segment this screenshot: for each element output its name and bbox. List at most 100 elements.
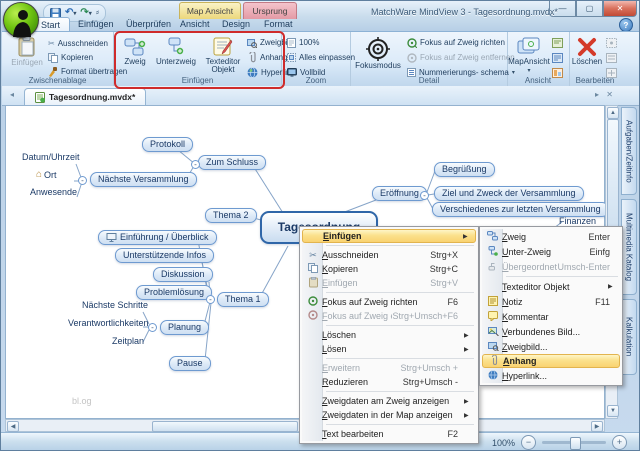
collapse-handle[interactable]: - (420, 191, 429, 200)
focus-mode-button[interactable]: Fokusmodus (354, 34, 402, 70)
doc-close-icon[interactable]: ✕ (606, 90, 613, 99)
tab-format[interactable]: Format (255, 17, 302, 31)
map-node-thema-1[interactable]: Thema 1 (217, 292, 269, 307)
document-tab[interactable]: Tagesordnung.mvdx* (24, 88, 146, 105)
map-label-datum[interactable]: Datum/Uhrzeit (22, 152, 80, 162)
menu-item-reduzieren[interactable]: ReduzierenStrg+Umsch - (302, 375, 476, 389)
tab-ansicht[interactable]: Ansicht (171, 17, 219, 31)
focus-branch-button[interactable]: Fokus auf Zweig richten (407, 36, 505, 49)
collapse-handle[interactable]: - (148, 323, 157, 332)
menu-item-kopieren[interactable]: KopierenStrg+C (302, 262, 476, 276)
submenu-item-kommentar[interactable]: Kommentar (482, 309, 620, 324)
map-node-protokoll[interactable]: Protokoll (142, 137, 193, 152)
cut-button[interactable]: ✂ Ausschneiden (48, 37, 108, 50)
map-node-naechste-versammlung[interactable]: Nächste Versammlung (90, 172, 197, 187)
menu-item-loeschen[interactable]: Löschen▶ (302, 328, 476, 342)
doc-tab-next-icon[interactable]: ▸ (595, 90, 599, 99)
view-option-1-icon[interactable] (552, 36, 563, 49)
map-label-zeitplan[interactable]: Zeitplan (112, 336, 144, 346)
zoom-slider[interactable] (542, 441, 606, 444)
maximize-button[interactable]: ▢ (576, 1, 603, 17)
scroll-down-icon[interactable]: ▼ (607, 405, 619, 417)
zoom-out-icon[interactable]: − (521, 435, 536, 450)
map-label-naechste-schritte[interactable]: Nächste Schritte (82, 300, 148, 310)
menu-item-einfuegen[interactable]: Einfügen▶ (302, 229, 476, 243)
map-node-begruessung[interactable]: Begrüßung (434, 162, 495, 177)
map-node-thema-2[interactable]: Thema 2 (205, 208, 257, 223)
group-label: Detail (351, 76, 507, 85)
map-node-unterstuetzende-infos[interactable]: Unterstützende Infos (115, 248, 214, 263)
delete-x-icon (577, 37, 597, 57)
menu-item-fokus-entfernen[interactable]: Fokus auf Zweig entfernenStrg+Umsch+F6 (302, 309, 476, 323)
map-node-diskussion[interactable]: Diskussion (153, 267, 213, 282)
tab-design[interactable]: Design (213, 17, 259, 31)
map-node-ziel-und-zweck[interactable]: Ziel und Zweck der Versammlung (434, 186, 584, 201)
menu-item-fokus-richten[interactable]: Fokus auf Zweig richtenF6 (302, 295, 476, 309)
scroll-right-icon[interactable]: ▶ (591, 421, 603, 432)
branch-button[interactable]: Zweig (119, 34, 151, 66)
copy-button[interactable]: Kopieren (48, 51, 93, 64)
panel-tab-aufgaben-zeitinfo[interactable]: Aufgaben/Zeitinfo (621, 107, 637, 195)
submenu-item-zweigbild[interactable]: Zweigbild... (482, 339, 620, 354)
edit-option-1-icon[interactable] (606, 36, 617, 49)
doc-tab-prev-icon[interactable]: ◂ (10, 90, 14, 99)
texteditor-object-button[interactable]: Texteditor Objekt (202, 34, 244, 74)
map-node-eroeffnung[interactable]: Eröffnung (372, 186, 427, 201)
map-node-verschiedenes[interactable]: Verschiedenes zur letzten Versammlung (432, 202, 609, 217)
unfocus-branch-button[interactable]: Fokus auf Zweig entfernen (407, 51, 515, 64)
hscroll-thumb[interactable] (152, 421, 298, 432)
vscroll-thumb[interactable] (607, 119, 619, 231)
map-node-planung[interactable]: Planung (160, 320, 209, 335)
map-node-zum-schluss[interactable]: Zum Schluss (198, 155, 266, 170)
scroll-left-icon[interactable]: ◀ (7, 421, 19, 432)
zoom-in-icon[interactable]: + (612, 435, 627, 450)
menu-item-einfuegen-paste[interactable]: EinfügenStrg+V (302, 276, 476, 290)
delete-button[interactable]: Löschen (570, 34, 604, 66)
submenu-arrow-icon: ▶ (464, 412, 472, 419)
menu-item-text-bearbeiten[interactable]: Text bearbeitenF2 (302, 427, 476, 441)
submenu-item-notiz[interactable]: NotizF11 (482, 294, 620, 309)
fit-all-icon (287, 53, 296, 62)
submenu-item-uebergeordneter-zweig[interactable]: Übergeordneter ZweigUmsch-Enter (482, 259, 620, 274)
collapse-handle[interactable]: - (78, 176, 87, 185)
note-icon (484, 296, 502, 308)
tab-einfuegen[interactable]: Einfügen (69, 17, 123, 31)
map-node-einfuehrung[interactable]: Einführung / Überblick (98, 230, 217, 245)
menu-item-erweitern[interactable]: ErweiternStrg+Umsch + (302, 361, 476, 375)
submenu-item-anhang[interactable]: Anhang (482, 354, 620, 368)
map-label-anwesende[interactable]: Anwesende (30, 187, 77, 197)
collapse-handle[interactable]: - (191, 160, 200, 169)
map-label-verantwortlichkeiten[interactable]: Verantwortlichkeiten (68, 318, 149, 328)
menu-item-ausschneiden[interactable]: ✂ AusschneidenStrg+X (302, 248, 476, 262)
edit-option-2-icon[interactable] (606, 51, 617, 64)
map-node-problemloesung[interactable]: Problemlösung (136, 285, 212, 300)
submenu-item-zweig[interactable]: ZweigEnter (482, 229, 620, 244)
menu-item-zweigdaten-am-zweig[interactable]: Zweigdaten am Zweig anzeigen▶ (302, 394, 476, 408)
fit-all-button[interactable]: Alles einpassen (287, 51, 355, 64)
zoom-slider-thumb[interactable] (570, 437, 581, 450)
minimize-button[interactable]: — (549, 1, 576, 17)
submenu-item-verbundenes-bild[interactable]: Verbundenes Bild... (482, 324, 620, 339)
submenu-item-hyperlink[interactable]: Hyperlink... (482, 368, 620, 383)
view-option-2-icon[interactable] (552, 51, 563, 64)
help-icon[interactable]: ? (619, 18, 633, 32)
collapse-handle[interactable]: - (206, 295, 215, 304)
app-logo-orb[interactable] (3, 2, 39, 38)
scroll-up-icon[interactable]: ▲ (607, 107, 619, 119)
group-zwischenablage: Einfügen ✂ Ausschneiden Kopieren Format … (2, 32, 114, 86)
submenu-item-unter-zweig[interactable]: Unter-ZweigEinfg (482, 244, 620, 259)
map-view-button[interactable]: MapAnsicht ▾ (509, 34, 549, 75)
map-label-ort[interactable]: ⌂ Ort (36, 169, 57, 180)
submenu-item-texteditor-objekt[interactable]: Texteditor Objekt▶ (482, 279, 620, 294)
panel-tab-kalkulation[interactable]: Kalkulation (621, 299, 637, 375)
menu-item-zweigdaten-in-map[interactable]: Zweigdaten in der Map anzeigen▶ (302, 408, 476, 422)
map-node-pause[interactable]: Pause (169, 356, 211, 371)
zoom-100-button[interactable]: 100% (287, 36, 319, 49)
scissors-icon: ✂ (48, 39, 55, 48)
sub-branch-button[interactable]: Unterzweig (154, 34, 198, 66)
map-label-finanzen[interactable]: Finanzen (559, 216, 596, 226)
close-button[interactable]: ✕ (603, 1, 637, 17)
paste-button[interactable]: Einfügen (8, 33, 46, 67)
menu-item-loesen[interactable]: Lösen▶ (302, 342, 476, 356)
panel-tab-multimedia-katalog[interactable]: Multimedia Katalog (621, 199, 637, 295)
